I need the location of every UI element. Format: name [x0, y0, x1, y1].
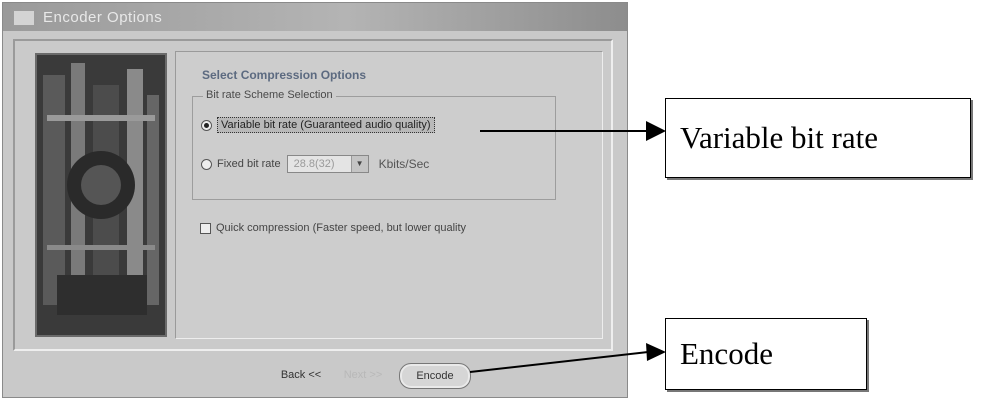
- variable-callout-arrowhead: [646, 121, 666, 141]
- encode-callout-arrowhead: [646, 343, 666, 361]
- variable-bitrate-callout: Variable bit rate: [665, 98, 971, 178]
- encode-callout-line: [469, 351, 649, 373]
- encode-callout: Encode: [665, 318, 867, 390]
